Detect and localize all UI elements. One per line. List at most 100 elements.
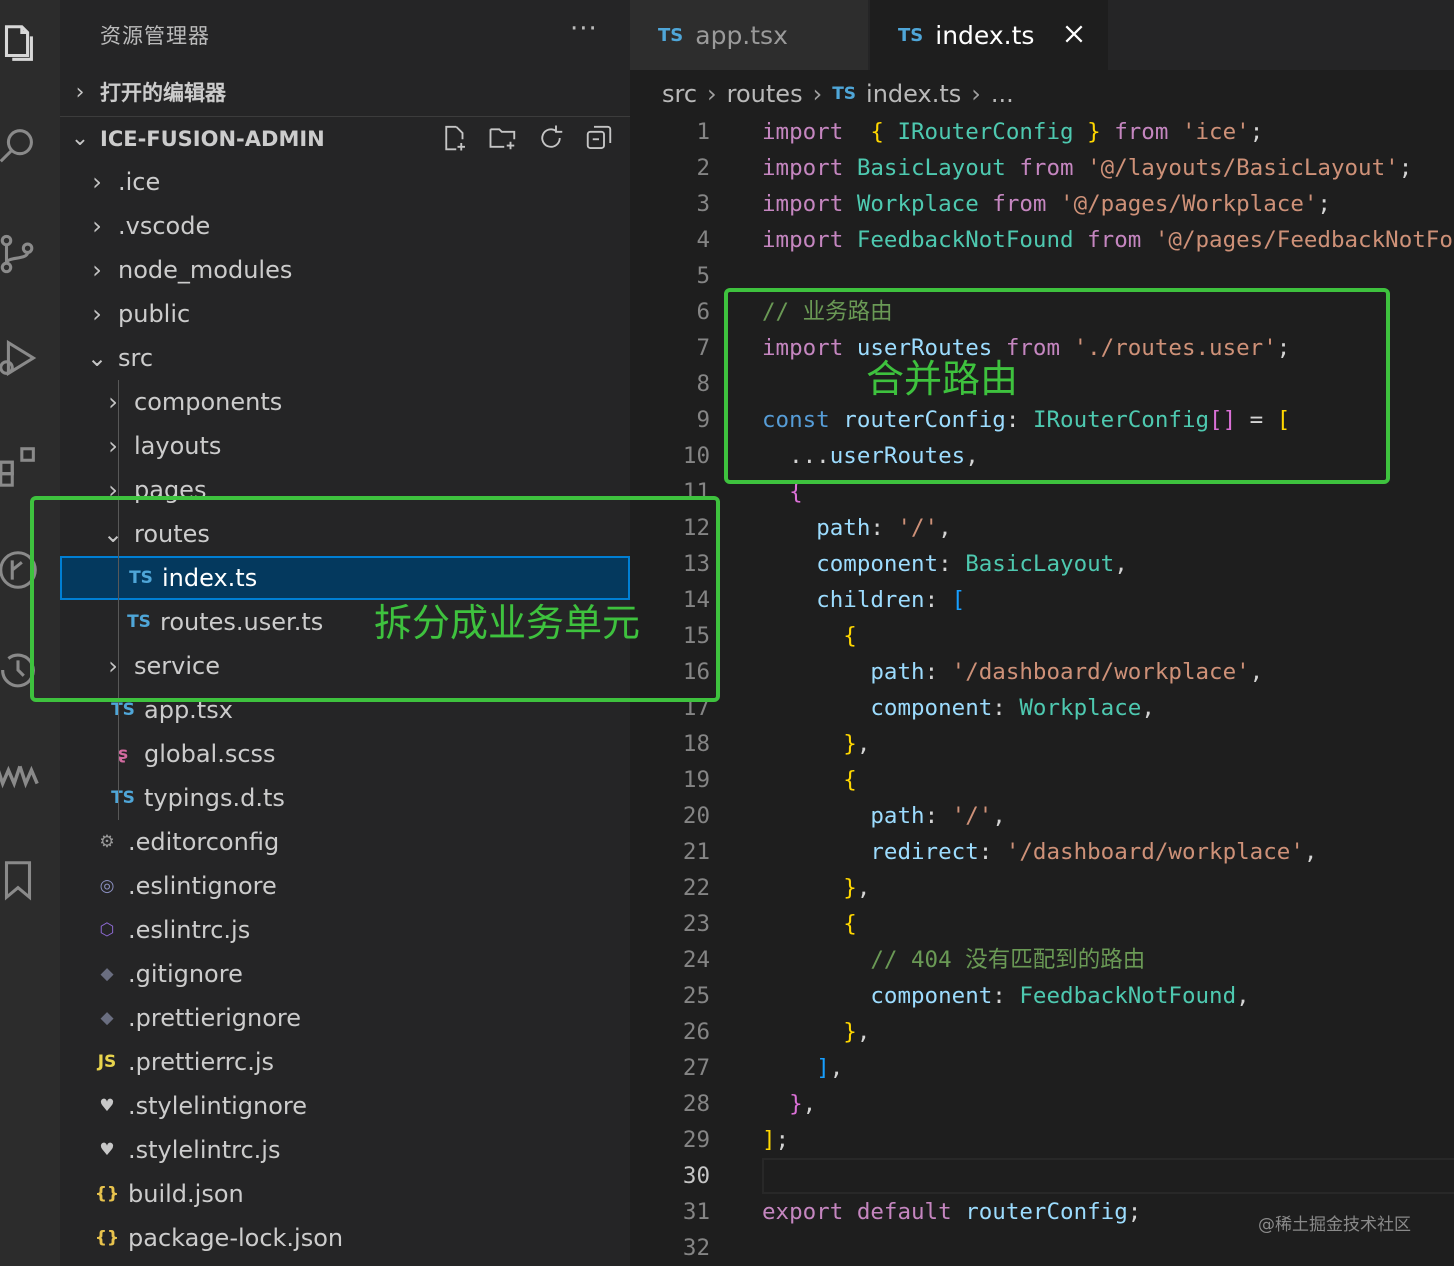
tab-bar: TS app.tsx TS index.ts bbox=[630, 0, 1454, 70]
tree-item-label: node_modules bbox=[118, 256, 293, 284]
code-line: path: '/', bbox=[762, 510, 951, 546]
tree-item[interactable]: › node_modules bbox=[60, 248, 630, 292]
code-token: // 404 没有匹配到的路由 bbox=[870, 947, 1146, 973]
line-number: 9 bbox=[696, 407, 710, 433]
code-line: { bbox=[762, 906, 857, 942]
breadcrumb-routes[interactable]: routes bbox=[727, 80, 803, 108]
line-number: 21 bbox=[682, 839, 710, 865]
bookmark-icon[interactable] bbox=[0, 854, 44, 906]
more-actions-icon[interactable]: ··· bbox=[570, 14, 598, 44]
code-line: { bbox=[762, 618, 857, 654]
file-type-icon: {} bbox=[94, 1228, 120, 1248]
breadcrumb-src[interactable]: src bbox=[662, 80, 697, 108]
current-line-highlight bbox=[762, 1158, 1454, 1194]
code-token: } bbox=[843, 1019, 857, 1045]
tree-item[interactable]: ♥ .stylelintrc.js bbox=[60, 1128, 630, 1172]
tree-item[interactable]: ʂ global.scss bbox=[60, 732, 630, 776]
file-type-icon: ♥ bbox=[99, 1140, 115, 1160]
new-folder-icon[interactable] bbox=[486, 121, 520, 155]
code-token: BasicLayout bbox=[965, 551, 1115, 577]
tree-item[interactable]: ◎ .eslintignore bbox=[60, 864, 630, 908]
tree-item[interactable]: JS .prettierrc.js bbox=[60, 1040, 630, 1084]
project-actions bbox=[438, 121, 616, 155]
code-token: } bbox=[1087, 119, 1101, 145]
project-section[interactable]: ⌄ ICE-FUSION-ADMIN bbox=[60, 116, 630, 160]
explorer-icon[interactable] bbox=[0, 18, 44, 70]
code-token: , bbox=[829, 1055, 844, 1081]
line-number: 26 bbox=[682, 1019, 710, 1045]
tree-item-label: global.scss bbox=[144, 740, 276, 768]
tab-index-ts[interactable]: TS index.ts bbox=[870, 0, 1108, 70]
line-number: 19 bbox=[682, 767, 710, 793]
tab-app-tsx[interactable]: TS app.tsx bbox=[630, 0, 868, 70]
extensions-icon[interactable] bbox=[0, 440, 44, 492]
code-token: FeedbackNotFound bbox=[1019, 983, 1237, 1009]
line-number: 5 bbox=[696, 263, 710, 289]
split-units-annotation: 拆分成业务单元 bbox=[374, 601, 641, 645]
open-editors-section[interactable]: › 打开的编辑器 bbox=[60, 70, 630, 114]
line-number: 31 bbox=[682, 1199, 710, 1225]
tree-item[interactable]: ⚙ .editorconfig bbox=[60, 820, 630, 864]
tree-item[interactable]: ◆ .prettierignore bbox=[60, 996, 630, 1040]
code-token: routerConfig bbox=[965, 1199, 1128, 1225]
tree-item-label: .gitignore bbox=[128, 960, 243, 988]
code-token: { bbox=[843, 623, 857, 649]
tree-item[interactable]: › .ice bbox=[60, 160, 630, 204]
tree-item[interactable]: ⬡ .eslintrc.js bbox=[60, 908, 630, 952]
code-token: ; bbox=[775, 1127, 790, 1153]
code-token: : bbox=[924, 659, 952, 685]
new-file-icon[interactable] bbox=[438, 121, 472, 155]
line-number: 1 bbox=[696, 119, 710, 145]
close-icon[interactable] bbox=[1058, 18, 1090, 50]
sidebar-title: 资源管理器 bbox=[100, 24, 210, 48]
code-token: , bbox=[992, 803, 1006, 829]
tree-item[interactable]: ♥ .stylelintignore bbox=[60, 1084, 630, 1128]
collapse-all-icon[interactable] bbox=[582, 121, 616, 155]
tree-item[interactable]: ⌄ src bbox=[60, 336, 630, 380]
breadcrumb-symbol[interactable]: ... bbox=[991, 80, 1014, 108]
chevron-right-icon: › bbox=[92, 256, 102, 284]
tree-item[interactable]: {} build.json bbox=[60, 1172, 630, 1216]
code-token: , bbox=[1249, 659, 1264, 685]
run-debug-icon[interactable] bbox=[0, 332, 44, 384]
refresh-icon[interactable] bbox=[534, 121, 568, 155]
tree-item[interactable]: › .vscode bbox=[60, 204, 630, 248]
tree-item[interactable]: ◆ .gitignore bbox=[60, 952, 630, 996]
source-control-icon[interactable] bbox=[0, 228, 44, 280]
tree-item[interactable]: {} package-lock.json bbox=[60, 1216, 630, 1260]
code-line: component: FeedbackNotFound, bbox=[762, 978, 1249, 1014]
live-share-icon[interactable] bbox=[0, 748, 44, 800]
line-number: 3 bbox=[696, 191, 710, 217]
code-token: Workplace bbox=[1019, 695, 1142, 721]
tree-item[interactable]: › components bbox=[60, 380, 630, 424]
tree-item-label: .prettierrc.js bbox=[128, 1048, 275, 1076]
code-token: , bbox=[1141, 695, 1155, 721]
line-number: 25 bbox=[682, 983, 710, 1009]
code-editor[interactable]: 1 import { IRouterConfig } from 'ice'; 2 im… bbox=[630, 114, 1454, 1266]
watermark: @稀土掘金技术社区 bbox=[1258, 1215, 1411, 1235]
tree-item[interactable]: TS typings.d.ts bbox=[60, 776, 630, 820]
code-token: ] bbox=[762, 1127, 776, 1153]
chevron-right-icon: › bbox=[75, 79, 85, 105]
breadcrumb-file[interactable]: index.ts bbox=[866, 80, 961, 108]
code-token: { bbox=[870, 119, 884, 145]
tree-item[interactable]: › public bbox=[60, 292, 630, 336]
code-token: ] bbox=[816, 1055, 830, 1081]
line-number: 7 bbox=[696, 335, 710, 361]
merge-routes-highlight-box bbox=[724, 288, 1390, 484]
tree-item[interactable]: › layouts bbox=[60, 424, 630, 468]
search-icon[interactable] bbox=[0, 120, 44, 172]
tree-item-label: public bbox=[118, 300, 191, 328]
